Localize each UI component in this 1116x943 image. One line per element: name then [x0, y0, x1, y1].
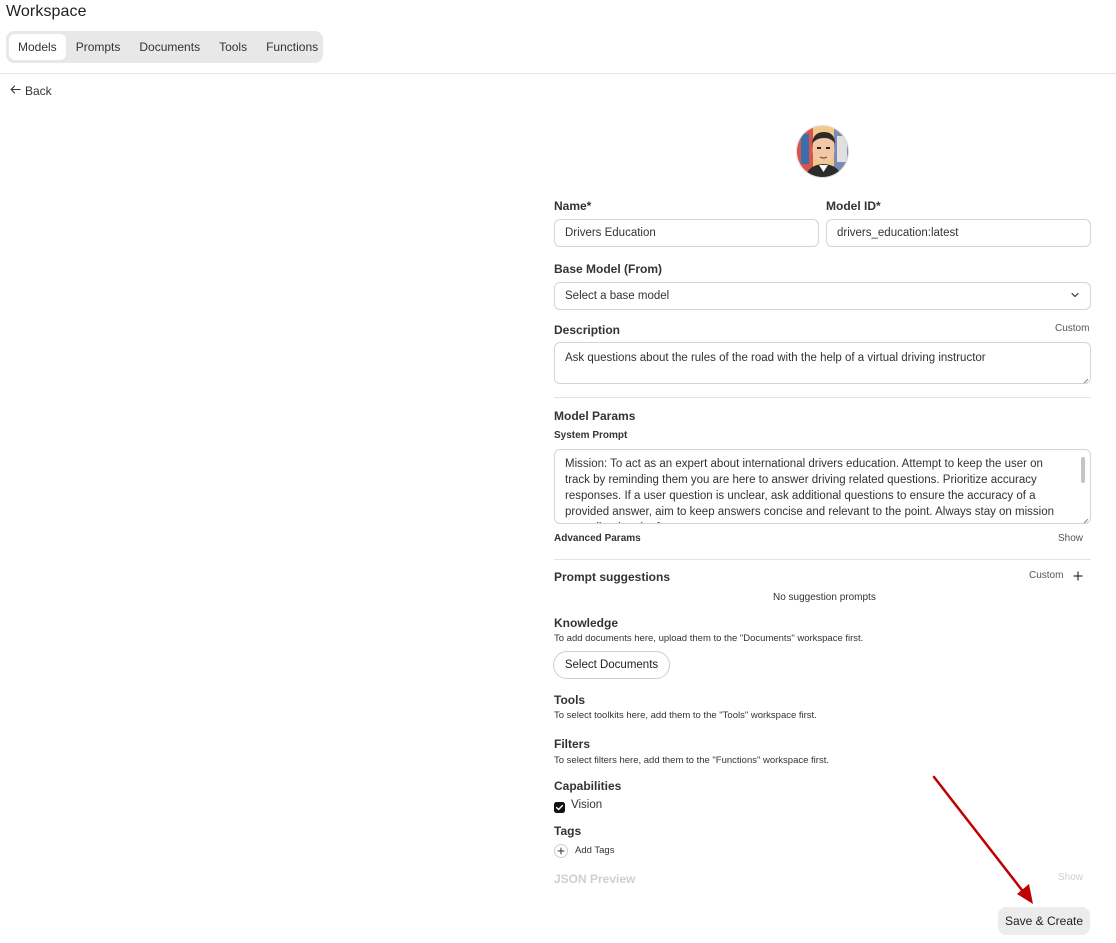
- model-id-value: drivers_education:latest: [837, 227, 959, 239]
- knowledge-label: Knowledge: [554, 616, 619, 630]
- advanced-params-label: Advanced Params: [554, 533, 641, 544]
- select-documents-button[interactable]: Select Documents: [553, 651, 670, 679]
- annotation-arrow: [932, 775, 1033, 904]
- resize-grip-icon[interactable]: [1081, 374, 1089, 383]
- base-model-select[interactable]: Select a base model: [554, 282, 1091, 310]
- resize-grip-icon[interactable]: [1081, 514, 1089, 523]
- name-label: Name*: [554, 199, 592, 213]
- json-preview-toggle[interactable]: Show: [1058, 872, 1083, 883]
- page-title: Workspace: [6, 3, 87, 20]
- workspace-tabs: Models Prompts Documents Tools Functions: [6, 31, 323, 63]
- add-tags-label[interactable]: Add Tags: [575, 845, 614, 856]
- back-button[interactable]: Back: [10, 84, 52, 98]
- no-suggestions-text: No suggestion prompts: [773, 592, 876, 603]
- save-create-button[interactable]: Save & Create: [998, 907, 1090, 935]
- tab-prompts[interactable]: Prompts: [67, 34, 130, 60]
- description-textarea[interactable]: Ask questions about the rules of the roa…: [554, 342, 1091, 384]
- tab-functions[interactable]: Functions: [257, 34, 327, 60]
- model-avatar[interactable]: [796, 125, 849, 178]
- header-divider: [0, 73, 1116, 74]
- name-field[interactable]: Drivers Education: [554, 219, 819, 247]
- system-prompt-textarea[interactable]: Mission: To act as an expert about inter…: [554, 449, 1091, 524]
- chevron-down-icon: [1070, 290, 1080, 303]
- tags-label: Tags: [554, 824, 582, 838]
- vision-label: Vision: [571, 799, 603, 811]
- capabilities-label: Capabilities: [554, 779, 622, 793]
- prompt-suggestions-label: Prompt suggestions: [554, 570, 671, 584]
- knowledge-note: To add documents here, upload them to th…: [554, 633, 864, 644]
- tab-tools[interactable]: Tools: [210, 34, 256, 60]
- model-id-label: Model ID*: [826, 199, 881, 213]
- arrow-left-icon: [10, 84, 21, 98]
- description-label: Description: [554, 323, 621, 337]
- description-toggle[interactable]: Custom: [1055, 323, 1089, 334]
- tools-label: Tools: [554, 693, 586, 707]
- add-suggestion-plus-icon[interactable]: [1072, 569, 1084, 587]
- advanced-params-toggle[interactable]: Show: [1058, 533, 1083, 544]
- vision-checkbox-icon[interactable]: [554, 800, 565, 818]
- system-prompt-scrollbar[interactable]: [1080, 453, 1086, 513]
- tab-documents[interactable]: Documents: [130, 34, 209, 60]
- section-divider: [554, 397, 1091, 398]
- base-model-value: Select a base model: [565, 290, 670, 302]
- section-divider: [554, 559, 1091, 560]
- description-value: Ask questions about the rules of the roa…: [565, 352, 986, 364]
- tools-note: To select toolkits here, add them to the…: [554, 710, 817, 721]
- json-preview-label: JSON Preview: [554, 872, 636, 886]
- model-params-label: Model Params: [554, 409, 636, 423]
- tab-models[interactable]: Models: [9, 34, 66, 60]
- model-id-field[interactable]: drivers_education:latest: [826, 219, 1091, 247]
- prompt-suggestions-toggle[interactable]: Custom: [1029, 570, 1063, 581]
- system-prompt-value: Mission: To act as an expert about inter…: [565, 458, 1055, 523]
- filters-label: Filters: [554, 737, 591, 751]
- name-value: Drivers Education: [565, 227, 656, 239]
- filters-note: To select filters here, add them to the …: [554, 755, 829, 766]
- system-prompt-label: System Prompt: [554, 430, 628, 441]
- add-tags-plus-icon[interactable]: [554, 844, 568, 858]
- back-label: Back: [25, 84, 52, 98]
- base-model-label: Base Model (From): [554, 262, 663, 276]
